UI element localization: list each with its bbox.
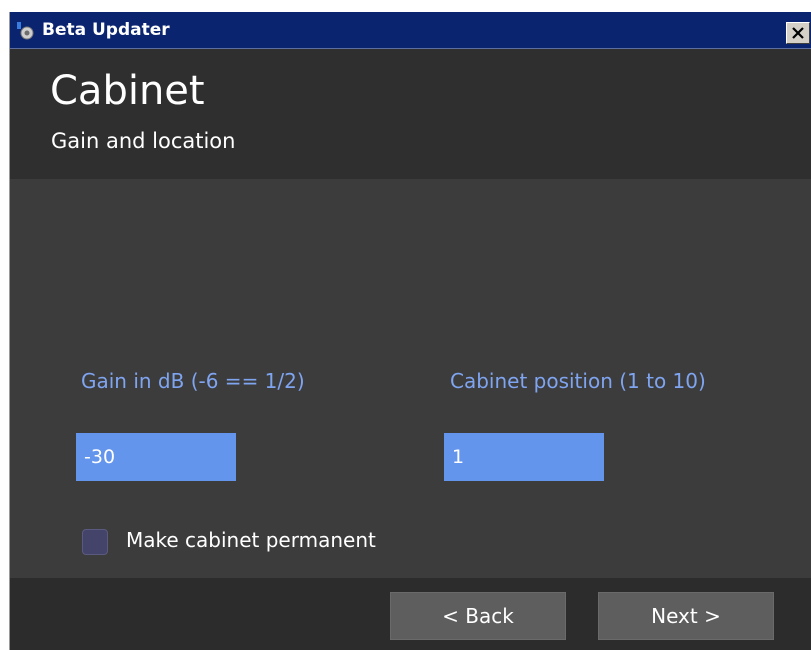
- app-icon: [16, 21, 36, 41]
- back-button[interactable]: < Back: [390, 592, 566, 640]
- gain-label: Gain in dB (-6 == 1/2): [81, 369, 305, 393]
- next-button[interactable]: Next >: [598, 592, 774, 640]
- installer-window: Beta Updater Cabinet Gain and location G…: [9, 12, 811, 650]
- page-subtitle: Gain and location: [51, 129, 236, 153]
- window-title: Beta Updater: [42, 20, 170, 40]
- close-button[interactable]: [786, 22, 810, 44]
- wizard-header: Cabinet Gain and location: [10, 49, 811, 179]
- page-title: Cabinet: [50, 68, 205, 114]
- permanent-checkbox[interactable]: [82, 529, 108, 555]
- title-bar[interactable]: Beta Updater: [10, 12, 811, 49]
- permanent-checkbox-label: Make cabinet permanent: [126, 528, 376, 552]
- wizard-footer: < Back Next >: [10, 578, 811, 650]
- gain-input[interactable]: [76, 433, 236, 481]
- position-label: Cabinet position (1 to 10): [450, 369, 706, 393]
- close-icon: [792, 27, 804, 39]
- position-input[interactable]: [444, 433, 604, 481]
